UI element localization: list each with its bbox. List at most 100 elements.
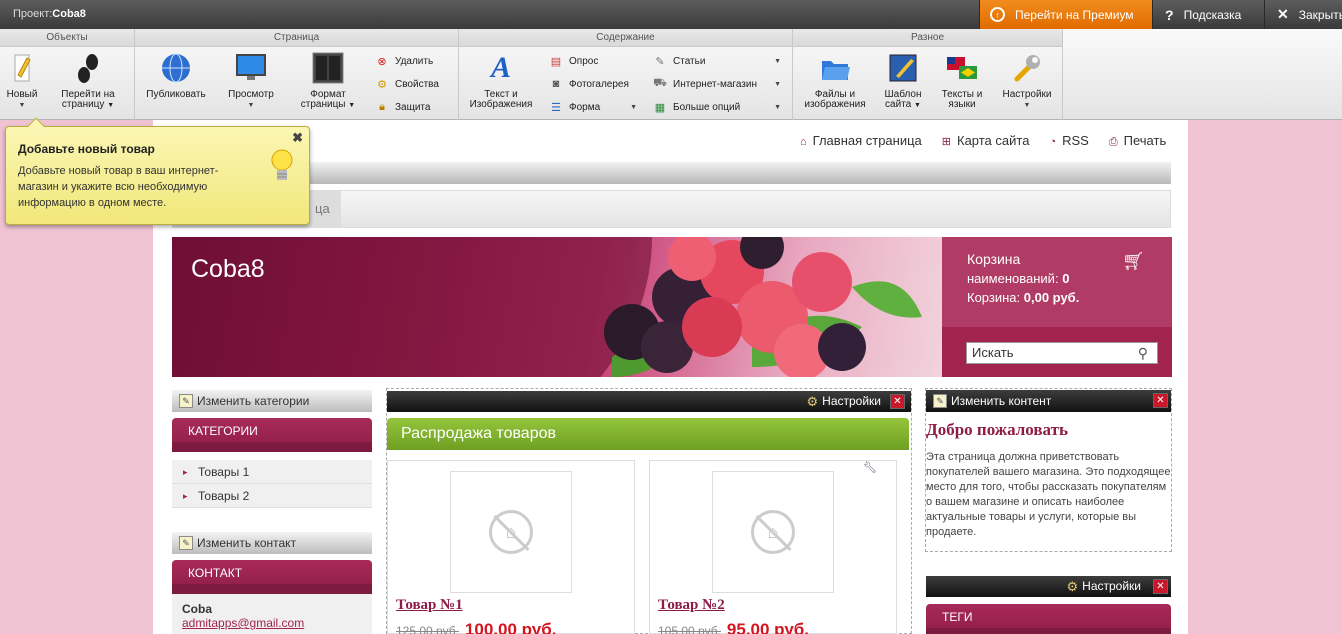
gear-icon: ⚙ bbox=[806, 394, 819, 409]
contact-header: КОНТАКТ bbox=[172, 560, 372, 594]
files-images-button[interactable]: Файлы и изображения bbox=[797, 51, 873, 110]
header-banner: Coba8 bbox=[172, 237, 942, 377]
close-icon[interactable]: ✕ bbox=[1153, 393, 1168, 408]
chevron-down-icon: ▼ bbox=[774, 80, 781, 88]
question-icon: ? bbox=[1165, 6, 1174, 23]
group-title: Содержание bbox=[459, 29, 792, 47]
tooltip-title: Добавьте новый товар bbox=[18, 142, 155, 156]
no-image-icon: ⌂ bbox=[489, 510, 533, 554]
publish-button[interactable]: Публиковать bbox=[141, 51, 211, 100]
product-image[interactable]: ⌂ bbox=[450, 471, 572, 593]
group-title: Страница bbox=[135, 29, 458, 47]
contact-name: Coba bbox=[182, 602, 212, 616]
edit-content-button[interactable]: ✎ Изменить контент ✕ bbox=[926, 390, 1171, 412]
contact-email[interactable]: admitapps@gmail.com bbox=[182, 616, 304, 630]
rss-link[interactable]: ◔ RSS bbox=[1049, 133, 1088, 149]
protection-button[interactable]: 🔒︎ Защита bbox=[375, 99, 430, 115]
close-button[interactable]: ✕ Закрыть bbox=[1264, 0, 1342, 29]
articles-button[interactable]: ✎ Статьи ▼ bbox=[653, 53, 781, 69]
cart-icon: ⛟ bbox=[653, 77, 667, 89]
search-icon[interactable]: ⚲ bbox=[1138, 343, 1148, 363]
camera-icon: ◙ bbox=[552, 78, 560, 90]
goto-page-button[interactable]: Перейти на страницу ▼ bbox=[52, 51, 124, 111]
group-page: Страница Публиковать Просмотр ▼ Формат ст… bbox=[135, 29, 459, 120]
delete-button[interactable]: ⊗ Удалить bbox=[375, 53, 433, 69]
arrow-up-icon: ↑ bbox=[990, 7, 1005, 22]
contact-box: Coba admitapps@gmail.com bbox=[172, 594, 372, 634]
site-template-button[interactable]: Шаблон сайта ▼ bbox=[875, 51, 931, 111]
product-image[interactable]: ⌂ bbox=[712, 471, 834, 593]
wrench-icon[interactable]: 🔧︎ bbox=[863, 461, 877, 474]
new-button[interactable]: Новый ▼ bbox=[2, 51, 42, 111]
articles-icon: ✎ bbox=[655, 55, 665, 68]
close-icon[interactable]: ✖ bbox=[292, 130, 303, 146]
close-icon[interactable]: ✕ bbox=[890, 394, 905, 409]
edit-icon: ✎ bbox=[179, 536, 193, 550]
tags-header: ТЕГИ bbox=[926, 604, 1171, 634]
top-bar: Проект:Coba8 ↑ Перейти на Премиум ? Подска… bbox=[0, 0, 1342, 29]
gallery-button[interactable]: ◙ Фотогалерея bbox=[549, 76, 629, 92]
form-button[interactable]: ☰ Форма ▼ bbox=[549, 99, 637, 115]
poll-icon: ▤ bbox=[550, 55, 562, 68]
poll-button[interactable]: ▤ Опрос bbox=[549, 53, 599, 69]
more-options-button[interactable]: ▦ Больше опций ▼ bbox=[653, 99, 781, 115]
home-link[interactable]: ⌂ Главная страница bbox=[800, 133, 922, 149]
top-links: ⌂ Главная страница ⊞ Карта сайта ◔ RSS ⎙ Печ… bbox=[800, 133, 1166, 149]
texts-languages-button[interactable]: Тексты и языки bbox=[933, 51, 991, 110]
cart-items: наименований: 0 bbox=[967, 271, 1070, 286]
close-icon[interactable]: ✕ bbox=[1153, 579, 1168, 594]
product-title[interactable]: Товар №1 bbox=[396, 597, 463, 614]
cart-panel: Корзина 🛒︎ наименований: 0 Корзина: 0,00… bbox=[942, 237, 1172, 377]
page-format-button[interactable]: Формат страницы ▼ bbox=[293, 51, 363, 111]
print-link[interactable]: ⎙ Печать bbox=[1109, 133, 1166, 149]
layout-icon bbox=[311, 51, 345, 85]
globe-icon bbox=[159, 51, 193, 85]
grid-icon: ▦ bbox=[654, 101, 666, 114]
gear-icon: ⚙ bbox=[377, 78, 387, 91]
welcome-title: Добро пожаловать bbox=[926, 420, 1068, 439]
text-icon: A bbox=[490, 51, 511, 84]
center-settings-button[interactable]: ⚙ Настройки bbox=[807, 391, 882, 412]
no-image-icon: ⌂ bbox=[751, 510, 795, 554]
sitemap-icon: ⊞ bbox=[941, 136, 951, 148]
settings-button[interactable]: Настройки ▼ bbox=[996, 51, 1058, 111]
edit-categories-button[interactable]: ✎ Изменить категории bbox=[172, 390, 372, 412]
pencil-icon bbox=[5, 51, 39, 85]
text-images-button[interactable]: A Текст и Изображения bbox=[463, 51, 539, 110]
preview-button[interactable]: Просмотр ▼ bbox=[221, 51, 281, 111]
monitor-icon bbox=[234, 51, 268, 85]
eshop-button[interactable]: ⛟ Интернет-магазин ▼ bbox=[653, 76, 781, 92]
category-item[interactable]: Товары 1 bbox=[172, 460, 372, 484]
lightbulb-icon bbox=[271, 147, 293, 190]
chevron-down-icon: ▼ bbox=[630, 103, 637, 111]
sitemap-link[interactable]: ⊞ Карта сайта bbox=[942, 133, 1030, 149]
template-icon bbox=[886, 51, 920, 85]
group-title: Разное bbox=[793, 29, 1062, 47]
cart-title: Корзина bbox=[967, 251, 1021, 267]
close-icon: ✕ bbox=[1277, 6, 1289, 22]
form-icon: ☰ bbox=[551, 101, 561, 114]
group-content: Содержание A Текст и Изображения ▤ Опрос … bbox=[459, 29, 793, 120]
project-title: Проект:Coba8 bbox=[13, 8, 86, 20]
lock-icon: 🔒︎ bbox=[379, 100, 385, 113]
footprints-icon bbox=[71, 51, 105, 85]
berries-image bbox=[604, 237, 922, 377]
group-objects: Объекты Новый ▼ Перейти на страницу ▼ bbox=[0, 29, 135, 120]
edit-icon: ✎ bbox=[933, 394, 947, 408]
premium-button[interactable]: ↑ Перейти на Премиум bbox=[979, 0, 1152, 29]
print-icon: ⎙ bbox=[1108, 136, 1118, 148]
help-button[interactable]: ? Подсказка bbox=[1152, 0, 1264, 29]
edit-contact-button[interactable]: ✎ Изменить контакт bbox=[172, 532, 372, 554]
flags-icon bbox=[945, 51, 979, 85]
group-misc: Разное Файлы и изображения Шаблон сайта … bbox=[793, 29, 1063, 120]
cart-icon[interactable]: 🛒︎ bbox=[1122, 251, 1145, 272]
center-toolbar: ⚙ Настройки ✕ bbox=[387, 391, 911, 412]
right-settings-button[interactable]: ⚙ Настройки bbox=[1067, 576, 1142, 597]
search-input[interactable]: Искать ⚲ bbox=[966, 342, 1158, 364]
chevron-down-icon: ▼ bbox=[774, 103, 781, 111]
wrench-icon bbox=[1010, 51, 1044, 85]
category-item[interactable]: Товары 2 bbox=[172, 484, 372, 508]
properties-button[interactable]: ⚙ Свойства bbox=[375, 76, 439, 92]
folder-icon bbox=[818, 51, 852, 85]
product-title[interactable]: Товар №2 bbox=[658, 597, 725, 614]
